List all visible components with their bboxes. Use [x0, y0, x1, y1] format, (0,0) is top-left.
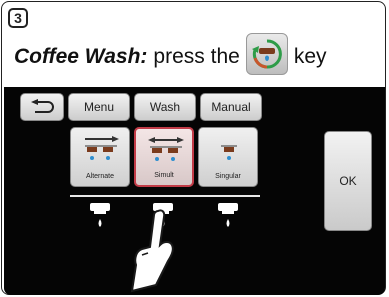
alternate-label: Alternate	[85, 173, 115, 180]
alternate-mode-icon	[85, 136, 119, 160]
simult-mode-button[interactable]: Simult	[134, 127, 194, 187]
back-button[interactable]	[20, 93, 64, 121]
group-head-right-icon	[218, 203, 238, 227]
manual-button[interactable]: Manual	[200, 93, 262, 121]
back-arrow-icon	[31, 99, 54, 113]
coffee-wash-key-icon	[245, 33, 288, 75]
pointing-hand-icon	[130, 209, 174, 293]
singular-mode-icon	[221, 145, 237, 160]
wash-button[interactable]: Wash	[134, 93, 196, 121]
group-head-left-icon	[90, 203, 110, 227]
instruction-suffix: key	[293, 45, 327, 68]
instruction-text: Coffee Wash: press the key	[14, 33, 327, 75]
instruction-body: press the	[153, 45, 240, 68]
ok-button[interactable]: OK	[324, 131, 372, 231]
instruction-heading: Coffee Wash:	[14, 45, 148, 68]
alternate-mode-button[interactable]: Alternate	[70, 127, 130, 187]
instruction-panel: 3 Coffee Wash: press the key Menu Wash M…	[1, 1, 386, 295]
simult-label: Simult	[154, 172, 174, 179]
singular-mode-button[interactable]: Singular	[198, 127, 258, 187]
group-divider	[70, 195, 260, 197]
simult-mode-icon	[148, 137, 184, 161]
menu-button[interactable]: Menu	[68, 93, 130, 121]
singular-label: Singular	[215, 173, 241, 180]
step-number-badge: 3	[8, 8, 28, 28]
machine-display: Menu Wash Manual Alternate Simult Singul…	[4, 87, 385, 295]
